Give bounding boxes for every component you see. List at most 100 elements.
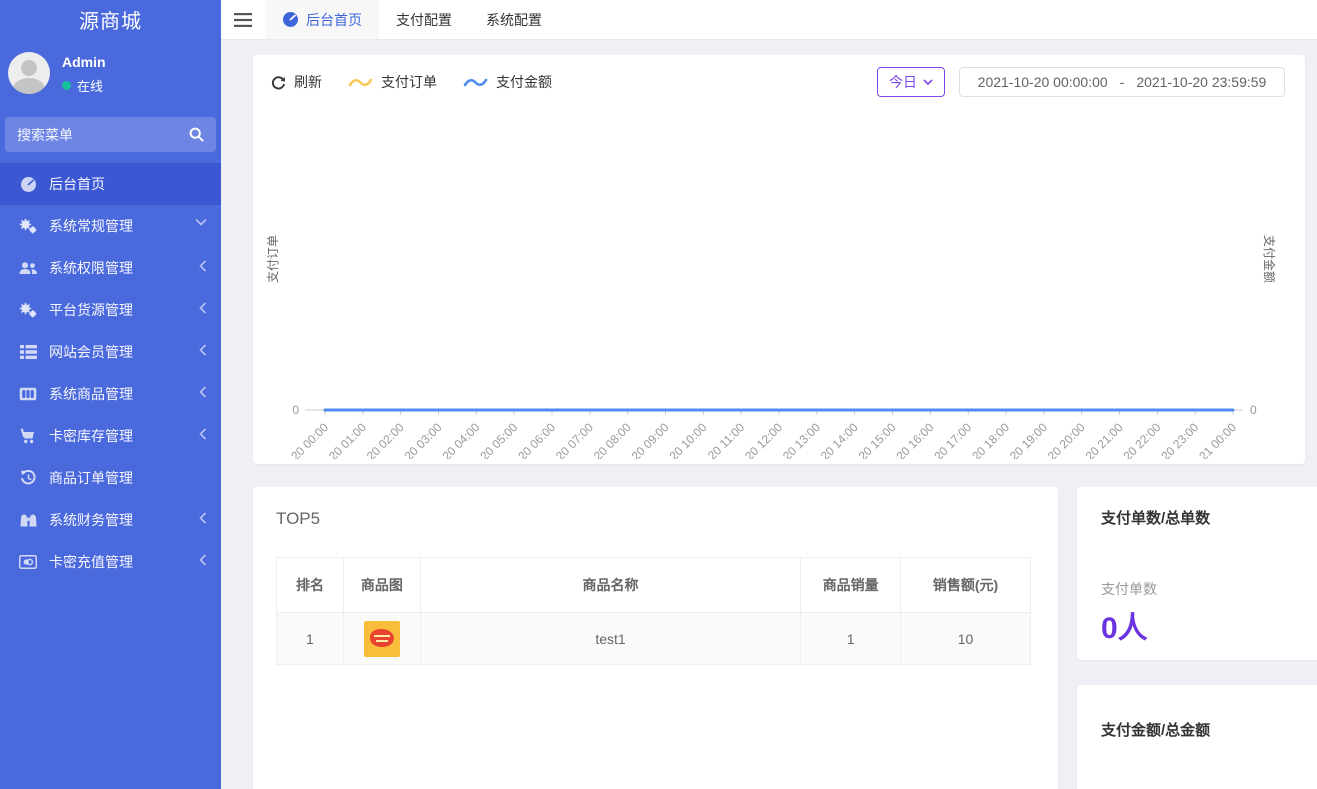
sidebar-item-label: 商品订单管理 xyxy=(49,468,133,488)
dashboard-icon xyxy=(18,176,38,193)
legend-pay-orders[interactable]: 支付订单 xyxy=(348,72,437,92)
pay-count-card: 支付单数/总单数 支付单数 0人 xyxy=(1077,487,1317,660)
date-separator: - xyxy=(1120,74,1125,90)
chevron-left-icon xyxy=(199,260,207,272)
column-header: 商品名称 xyxy=(420,558,800,613)
cogs-icon xyxy=(18,218,38,234)
tab-label: 后台首页 xyxy=(306,10,362,30)
pay-amount-card: 支付金额/总金额 xyxy=(1077,685,1317,789)
sidebar-item-7[interactable]: 卡密库存管理 xyxy=(0,415,221,457)
y-axis-left-zero: 0 xyxy=(292,403,299,417)
sidebar-item-3[interactable]: 系统权限管理 xyxy=(0,247,221,289)
sidebar-item-9[interactable]: 系统财务管理 xyxy=(0,499,221,541)
search-icon[interactable] xyxy=(189,127,204,142)
cogs-icon xyxy=(18,302,38,318)
hamburger-menu-icon[interactable] xyxy=(221,0,265,39)
payments-line-chart: 20 00:0020 01:0020 02:0020 03:0020 04:00… xyxy=(253,99,1305,459)
wave-icon xyxy=(463,76,488,88)
column-header: 销售额(元) xyxy=(901,558,1031,613)
online-status-label: 在线 xyxy=(77,76,103,95)
sidebar-item-label: 网站会员管理 xyxy=(49,342,133,362)
sidebar-item-label: 系统商品管理 xyxy=(49,384,133,404)
rank-cell: 1 xyxy=(277,613,344,665)
user-panel: Admin 在线 xyxy=(0,50,221,110)
amount-cell: 10 xyxy=(901,613,1031,665)
date-start: 2021-10-20 00:00:00 xyxy=(978,74,1108,90)
menu-search-input[interactable]: 搜索菜单 xyxy=(5,117,216,152)
x-axis-tick-label: 21 00:00 xyxy=(1196,420,1239,459)
top5-table: 排名商品图商品名称商品销量销售额(元) 1test1110 xyxy=(276,557,1031,665)
column-header: 商品图 xyxy=(343,558,420,613)
sidebar-item-8[interactable]: 商品订单管理 xyxy=(0,457,221,499)
sidebar-item-6[interactable]: 系统商品管理 xyxy=(0,373,221,415)
user-name: Admin xyxy=(62,54,106,70)
main-content: 刷新 支付订单 支付金额 今日 xyxy=(221,41,1317,789)
sidebar: 源商城 Admin 在线 搜索菜单 后台首页系统常规管理系统权限管理平台货源管理… xyxy=(0,0,221,789)
credit-card-icon xyxy=(18,555,38,569)
history-icon xyxy=(18,470,38,486)
product-image-cell xyxy=(343,613,420,665)
sidebar-item-2[interactable]: 系统常规管理 xyxy=(0,205,221,247)
chevron-left-icon xyxy=(199,512,207,524)
range-preset-label: 今日 xyxy=(889,72,917,92)
menu-search-placeholder: 搜索菜单 xyxy=(17,125,189,145)
sidebar-item-label: 系统权限管理 xyxy=(49,258,133,278)
dashboard-icon xyxy=(282,11,299,28)
sales-cell: 1 xyxy=(801,613,901,665)
product-name-cell: test1 xyxy=(420,613,800,665)
sidebar-item-1[interactable]: 后台首页 xyxy=(0,163,221,205)
refresh-icon xyxy=(271,75,286,90)
payments-chart-card: 刷新 支付订单 支付金额 今日 xyxy=(253,55,1305,464)
column-header: 排名 xyxy=(277,558,344,613)
sidebar-item-5[interactable]: 网站会员管理 xyxy=(0,331,221,373)
date-range-preset-button[interactable]: 今日 xyxy=(877,67,945,97)
avatar[interactable] xyxy=(8,52,50,94)
sidebar-item-label: 后台首页 xyxy=(49,174,105,194)
tab-3[interactable]: 系统配置 xyxy=(469,0,559,39)
table-row: 1test1110 xyxy=(277,613,1031,665)
sidebar-menu: 后台首页系统常规管理系统权限管理平台货源管理网站会员管理系统商品管理卡密库存管理… xyxy=(0,163,221,583)
date-end: 2021-10-20 23:59:59 xyxy=(1136,74,1266,90)
chevron-left-icon xyxy=(199,302,207,314)
sidebar-item-label: 卡密库存管理 xyxy=(49,426,133,446)
y-axis-right-name: 支付金额 xyxy=(1262,235,1277,283)
chevron-left-icon xyxy=(199,554,207,566)
online-status-dot xyxy=(62,81,71,90)
sidebar-item-4[interactable]: 平台货源管理 xyxy=(0,289,221,331)
tab-2[interactable]: 支付配置 xyxy=(379,0,469,39)
table-header-row: 排名商品图商品名称商品销量销售额(元) xyxy=(277,558,1031,613)
sidebar-item-label: 平台货源管理 xyxy=(49,300,133,320)
y-axis-left-name: 支付订单 xyxy=(266,235,280,283)
app-logo: 源商城 xyxy=(0,0,221,34)
stat-title: 支付单数/总单数 xyxy=(1101,507,1210,528)
legend-label: 支付金额 xyxy=(496,72,552,92)
column-header: 商品销量 xyxy=(801,558,901,613)
tab-1[interactable]: 后台首页 xyxy=(265,0,379,39)
stat-value: 0人 xyxy=(1101,603,1148,647)
sidebar-item-label: 卡密充值管理 xyxy=(49,552,133,572)
top5-card: TOP5 排名商品图商品名称商品销量销售额(元) 1test1110 xyxy=(253,487,1058,789)
refresh-label: 刷新 xyxy=(294,72,322,92)
sidebar-item-10[interactable]: 卡密充值管理 xyxy=(0,541,221,583)
sidebar-item-label: 系统财务管理 xyxy=(49,510,133,530)
refresh-button[interactable]: 刷新 xyxy=(271,72,322,92)
tab-bar: 后台首页 支付配置 系统配置 xyxy=(265,0,559,39)
y-axis-right-zero: 0 xyxy=(1250,403,1257,417)
stat-title: 支付金额/总金额 xyxy=(1101,719,1210,740)
x-axis-tick-label: 20 10:00 xyxy=(667,420,710,459)
chevron-left-icon xyxy=(199,428,207,440)
legend-pay-amount[interactable]: 支付金额 xyxy=(463,72,552,92)
chevron-left-icon xyxy=(199,386,207,398)
user-status: 在线 xyxy=(62,76,103,95)
tab-label: 系统配置 xyxy=(486,10,542,30)
chevron-left-icon xyxy=(199,344,207,356)
stat-label: 支付单数 xyxy=(1101,579,1157,599)
legend-label: 支付订单 xyxy=(381,72,437,92)
chart-header: 刷新 支付订单 支付金额 今日 xyxy=(253,55,1305,99)
sidebar-item-label: 系统常规管理 xyxy=(49,216,133,236)
top5-title: TOP5 xyxy=(276,509,320,529)
date-range-input[interactable]: 2021-10-20 00:00:00 - 2021-10-20 23:59:5… xyxy=(959,67,1285,97)
users-icon xyxy=(18,261,38,276)
tab-label: 支付配置 xyxy=(396,10,452,30)
chevron-down-icon xyxy=(923,79,933,85)
